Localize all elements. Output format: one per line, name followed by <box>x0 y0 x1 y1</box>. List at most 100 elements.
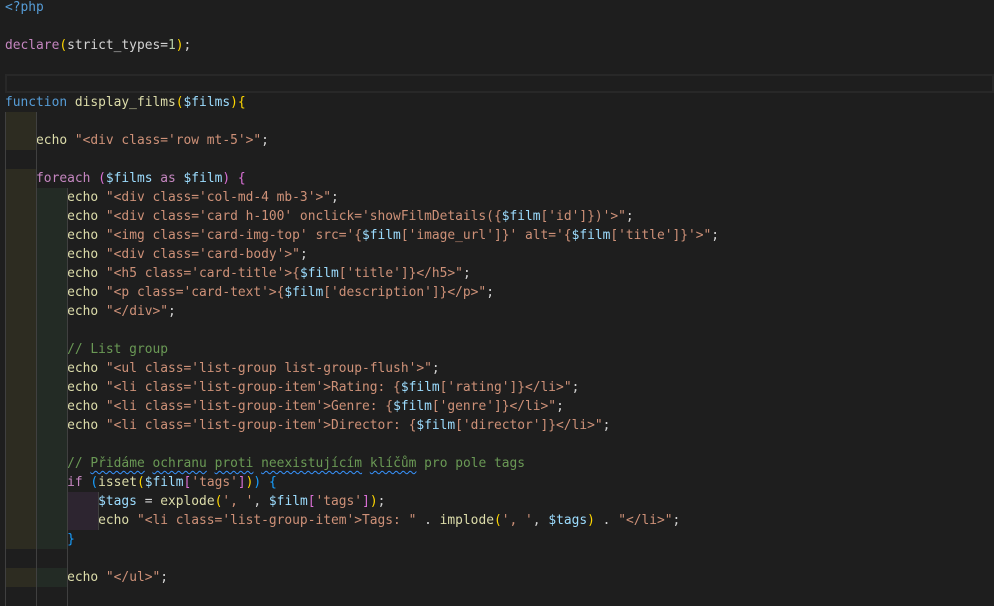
code-line[interactable]: echo "<div class='col-md-4 mb-3'>"; <box>0 188 994 207</box>
code-token: ['rating']}</li>" <box>439 380 572 395</box>
code-token: "<img class='card-img-top' src='{ <box>105 228 363 243</box>
code-token: $film <box>501 209 541 224</box>
code-line[interactable]: echo "<div class='card h-100' onclick='s… <box>0 207 994 226</box>
code-token: ] <box>237 475 246 490</box>
code-token: ; <box>672 513 681 528</box>
code-token: echo <box>67 190 99 205</box>
code-line[interactable]: foreach ($films as $film) { <box>0 169 994 188</box>
code-line[interactable] <box>0 17 994 36</box>
code-token: . <box>416 513 440 528</box>
code-text: function display_films($films){ <box>5 95 246 110</box>
code-line[interactable]: $tags = explode(', ', $film['tags']); <box>0 492 994 511</box>
code-line[interactable]: echo "<ul class='list-group list-group-f… <box>0 359 994 378</box>
code-line[interactable]: // List group <box>0 340 994 359</box>
code-token: as <box>160 171 176 186</box>
code-token: . <box>594 513 619 528</box>
code-text: echo "<ul class='list-group list-group-f… <box>5 361 440 376</box>
code-token: ) <box>587 513 595 528</box>
code-text: // List group <box>5 342 168 357</box>
code-line[interactable]: echo "<div class='row mt-5'>"; <box>0 131 994 150</box>
code-token: echo <box>67 399 99 414</box>
code-token: echo <box>67 361 99 376</box>
code-line[interactable] <box>0 321 994 340</box>
code-token: ( <box>59 38 68 53</box>
indent-guide <box>98 492 99 530</box>
code-token: ; <box>299 247 308 262</box>
code-token: $film <box>362 228 401 243</box>
code-token: $film <box>571 228 611 243</box>
code-token: isset <box>98 475 137 490</box>
code-token: strict_types= <box>67 38 168 53</box>
code-line[interactable] <box>0 435 994 454</box>
code-token: , <box>253 494 269 509</box>
code-token: display_films <box>74 95 176 110</box>
code-token: ) <box>222 171 231 186</box>
code-editor[interactable]: <?php declare(strict_types=1); function di… <box>0 0 994 606</box>
code-token: echo <box>67 228 99 243</box>
code-token: ; <box>431 361 440 376</box>
code-token: ) <box>369 494 378 509</box>
code-token: ; <box>486 285 494 300</box>
code-token: ) <box>230 95 238 110</box>
code-line[interactable]: echo "<h5 class='card-title'>{$film['tit… <box>0 264 994 283</box>
code-text: echo "<div class='card h-100' onclick='s… <box>5 209 634 224</box>
code-token: $film <box>284 285 324 300</box>
code-token: echo <box>67 418 99 433</box>
code-token: ; <box>602 418 611 433</box>
code-line[interactable]: // Přidáme ochranu proti neexistujícím k… <box>0 454 994 473</box>
code-line[interactable]: echo "<li class='list-group-item'>Tags: … <box>0 511 994 530</box>
code-line[interactable] <box>0 55 994 74</box>
code-text: $tags = explode(', ', $film['tags']); <box>5 494 385 509</box>
code-token: ; <box>625 209 634 224</box>
code-line[interactable]: echo "<li class='list-group-item'>Rating… <box>0 378 994 397</box>
code-token: "</li>" <box>618 513 673 528</box>
code-token: echo <box>67 570 99 585</box>
code-line[interactable]: if (isset($film['tags'])) { <box>0 473 994 492</box>
code-line[interactable]: <?php <box>0 0 994 17</box>
code-line[interactable]: echo "</ul>"; <box>0 568 994 587</box>
code-token: foreach <box>36 171 91 186</box>
code-token: { <box>237 171 246 186</box>
code-line[interactable]: function display_films($films){ <box>0 93 994 112</box>
code-token: ( <box>90 475 99 490</box>
code-line[interactable]: declare(strict_types=1); <box>0 36 994 55</box>
code-token: $film <box>268 494 308 509</box>
code-line[interactable] <box>0 150 994 169</box>
code-text: echo "<div class='col-md-4 mb-3'>"; <box>5 190 339 205</box>
code-token: // List group <box>67 342 168 357</box>
code-token: ( <box>98 171 106 186</box>
code-token: echo <box>67 209 99 224</box>
code-line[interactable]: } <box>0 530 994 549</box>
code-line[interactable]: echo "<li class='list-group-item'>Direct… <box>0 416 994 435</box>
code-line[interactable] <box>0 112 994 131</box>
code-text: declare(strict_types=1); <box>5 38 191 53</box>
code-token: ; <box>377 494 386 509</box>
code-line[interactable]: echo "<div class='card-body'>"; <box>0 245 994 264</box>
code-text: echo "<h5 class='card-title'>{$film['tit… <box>5 266 471 281</box>
code-line[interactable]: echo "<img class='card-img-top' src='{$f… <box>0 226 994 245</box>
code-line[interactable] <box>0 549 994 568</box>
code-token: ['image_url']}' alt='{ <box>400 228 572 243</box>
code-token: $films <box>105 171 153 186</box>
spellcheck-word: ochranu <box>152 456 207 471</box>
code-line[interactable]: echo "<li class='list-group-item'>Genre:… <box>0 397 994 416</box>
code-token: $film <box>393 399 432 414</box>
code-token: ; <box>330 190 339 205</box>
code-text: if (isset($film['tags'])) { <box>5 475 277 490</box>
code-token: 'tags' <box>191 475 238 490</box>
code-line[interactable] <box>0 74 994 93</box>
code-line[interactable]: echo "</div>"; <box>0 302 994 321</box>
code-token: ; <box>261 133 269 148</box>
code-line[interactable]: echo "<p class='card-text'>{$film['descr… <box>0 283 994 302</box>
